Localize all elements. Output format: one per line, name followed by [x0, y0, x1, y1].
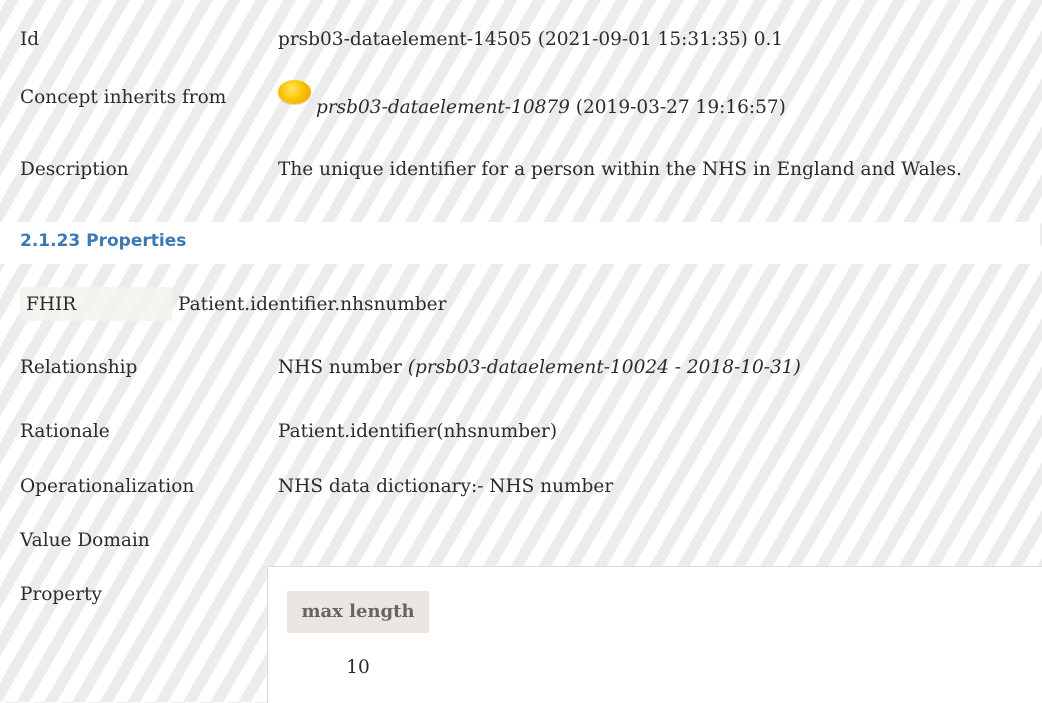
description-label: Description — [20, 159, 129, 180]
operationalization-value: NHS data dictionary:- NHS number — [278, 476, 614, 497]
description-value: The unique identifier for a person withi… — [278, 159, 962, 180]
max-length-header: max length — [287, 591, 429, 633]
value-domain-label: Value Domain — [20, 530, 150, 551]
concept-inherits-link[interactable]: prsb03-dataelement-10879 — [316, 97, 570, 118]
property-panel: max length 10 — [267, 566, 1042, 703]
rationale-label: Rationale — [20, 421, 110, 442]
fhir-label: FHIR — [26, 294, 77, 315]
concept-inherits-date: (2019-03-27 19:16:57) — [569, 97, 786, 118]
id-value: prsb03-dataelement-14505 (2021-09-01 15:… — [278, 29, 784, 50]
max-length-value: 10 — [346, 657, 370, 678]
relationship-value: NHS number (prsb03-dataelement-10024 - 2… — [278, 356, 801, 380]
relationship-name: NHS number — [278, 357, 408, 378]
property-label: Property — [20, 584, 102, 605]
properties-section-header: 2.1.23 Properties — [0, 222, 1040, 264]
properties-section-title: 2.1.23 Properties — [20, 231, 187, 251]
rationale-value: Patient.identifier(nhsnumber) — [278, 421, 558, 442]
relationship-label: Relationship — [20, 357, 138, 378]
id-label: Id — [20, 29, 40, 50]
relationship-ref[interactable]: (prsb03-dataelement-10024 - 2018-10-31) — [408, 357, 801, 378]
operationalization-label: Operationalization — [20, 476, 195, 497]
yellow-orb-icon — [278, 80, 311, 104]
fhir-value: Patient.identifier.nhsnumber — [178, 294, 447, 315]
concept-inherits-text: prsb03-dataelement-10879 (2019-03-27 19:… — [316, 96, 786, 120]
concept-inherits-label: Concept inherits from — [20, 87, 227, 108]
